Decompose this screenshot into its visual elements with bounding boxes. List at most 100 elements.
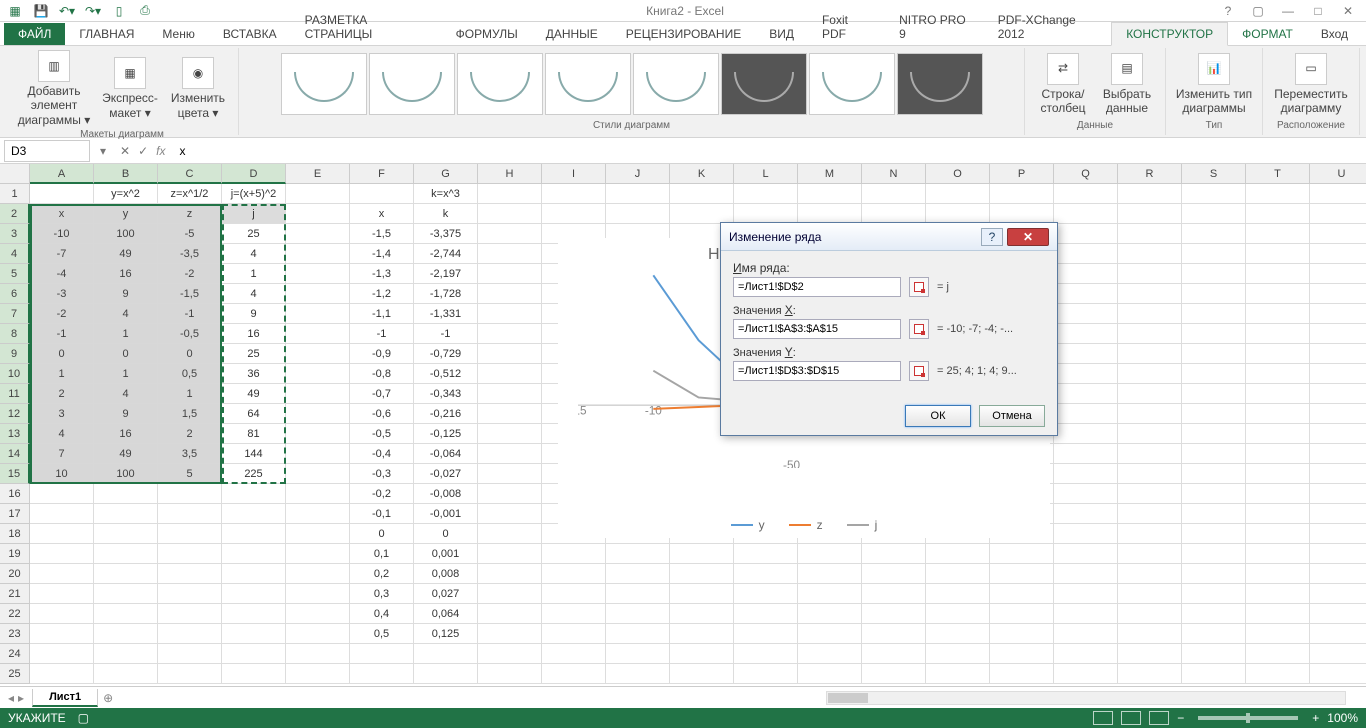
cell[interactable]: [158, 604, 222, 624]
cell[interactable]: [1054, 424, 1118, 444]
cell[interactable]: [670, 204, 734, 224]
col-header[interactable]: R: [1118, 164, 1182, 184]
cell[interactable]: [1054, 204, 1118, 224]
cell[interactable]: [478, 284, 542, 304]
cell[interactable]: [286, 464, 350, 484]
cell[interactable]: [1054, 464, 1118, 484]
cell[interactable]: [1246, 404, 1310, 424]
cell[interactable]: 4: [94, 384, 158, 404]
cell[interactable]: [1118, 244, 1182, 264]
cell[interactable]: [734, 624, 798, 644]
col-header[interactable]: O: [926, 164, 990, 184]
col-header[interactable]: C: [158, 164, 222, 184]
cell[interactable]: [1310, 284, 1366, 304]
cell[interactable]: [1182, 344, 1246, 364]
cell[interactable]: [542, 184, 606, 204]
row-header[interactable]: 8: [0, 324, 30, 344]
zoom-slider[interactable]: [1198, 716, 1298, 720]
horizontal-scrollbar[interactable]: [826, 691, 1346, 705]
cell[interactable]: 7: [30, 444, 94, 464]
name-box-dropdown-icon[interactable]: ▾: [94, 144, 112, 158]
cell[interactable]: [1118, 604, 1182, 624]
cell[interactable]: y=x^2: [94, 184, 158, 204]
col-header[interactable]: F: [350, 164, 414, 184]
style-thumb[interactable]: [633, 53, 719, 115]
cell[interactable]: 16: [222, 324, 286, 344]
cell[interactable]: 1: [94, 324, 158, 344]
cell[interactable]: [478, 464, 542, 484]
cell[interactable]: [1310, 644, 1366, 664]
cell[interactable]: [222, 624, 286, 644]
col-header[interactable]: P: [990, 164, 1054, 184]
cell[interactable]: [798, 184, 862, 204]
cell[interactable]: [94, 524, 158, 544]
quick-layout-button[interactable]: ▦Экспресс-макет ▾: [98, 57, 162, 120]
cell[interactable]: x: [350, 204, 414, 224]
cell[interactable]: [158, 504, 222, 524]
cell[interactable]: [798, 624, 862, 644]
cell[interactable]: -0,1: [350, 504, 414, 524]
cell[interactable]: [1246, 524, 1310, 544]
cell[interactable]: [1118, 324, 1182, 344]
cell[interactable]: -4: [30, 264, 94, 284]
cell[interactable]: 4: [222, 284, 286, 304]
cell[interactable]: 1: [30, 364, 94, 384]
cell[interactable]: [798, 544, 862, 564]
cell[interactable]: [990, 564, 1054, 584]
cell[interactable]: [286, 564, 350, 584]
cell[interactable]: 0,5: [350, 624, 414, 644]
cell[interactable]: 2: [158, 424, 222, 444]
cell[interactable]: -0,001: [414, 504, 478, 524]
edit-series-dialog[interactable]: Изменение ряда ? ✕ Имя ряда: = j Значени…: [720, 222, 1058, 436]
cell[interactable]: -1,5: [158, 284, 222, 304]
cell[interactable]: [990, 664, 1054, 684]
cell[interactable]: [1054, 384, 1118, 404]
cell[interactable]: [1054, 344, 1118, 364]
cell[interactable]: [542, 544, 606, 564]
cell[interactable]: [1246, 184, 1310, 204]
cell[interactable]: [990, 584, 1054, 604]
ribbon-options-icon[interactable]: ▢: [1248, 4, 1268, 18]
cell[interactable]: [1118, 384, 1182, 404]
row-header[interactable]: 19: [0, 544, 30, 564]
cell[interactable]: 4: [222, 244, 286, 264]
formula-bar[interactable]: x: [173, 142, 1366, 160]
cell[interactable]: [1054, 564, 1118, 584]
redo-icon[interactable]: ↷▾: [84, 2, 102, 20]
cell[interactable]: [1182, 324, 1246, 344]
cell[interactable]: 0,008: [414, 564, 478, 584]
minimize-icon[interactable]: —: [1278, 4, 1298, 18]
cell[interactable]: z: [158, 204, 222, 224]
cell[interactable]: [1054, 444, 1118, 464]
pagelayout-view-icon[interactable]: [1121, 711, 1141, 725]
chart-style-gallery[interactable]: [281, 53, 983, 115]
cell[interactable]: [990, 204, 1054, 224]
cell[interactable]: [286, 324, 350, 344]
help-icon[interactable]: ?: [1218, 4, 1238, 18]
cell[interactable]: [734, 564, 798, 584]
cell[interactable]: [94, 504, 158, 524]
tab-menu[interactable]: Меню: [148, 23, 208, 45]
cell[interactable]: [286, 304, 350, 324]
enter-icon[interactable]: ✓: [138, 144, 148, 158]
cell[interactable]: -1: [30, 324, 94, 344]
cell[interactable]: [670, 564, 734, 584]
tab-foxit[interactable]: Foxit PDF: [808, 9, 885, 45]
cell[interactable]: [1182, 424, 1246, 444]
row-header[interactable]: 2: [0, 204, 30, 224]
col-header[interactable]: J: [606, 164, 670, 184]
cell[interactable]: 0,027: [414, 584, 478, 604]
add-sheet-icon[interactable]: ⊕: [98, 691, 118, 705]
cell[interactable]: [1182, 664, 1246, 684]
cell[interactable]: [158, 584, 222, 604]
cell[interactable]: [158, 644, 222, 664]
cell[interactable]: [286, 184, 350, 204]
cell[interactable]: [1182, 364, 1246, 384]
cell[interactable]: [1054, 284, 1118, 304]
cell[interactable]: -10: [30, 224, 94, 244]
cell[interactable]: [1118, 484, 1182, 504]
cell[interactable]: [1118, 424, 1182, 444]
cell[interactable]: [1054, 524, 1118, 544]
cell[interactable]: -0,343: [414, 384, 478, 404]
range-picker-icon[interactable]: [909, 277, 929, 297]
